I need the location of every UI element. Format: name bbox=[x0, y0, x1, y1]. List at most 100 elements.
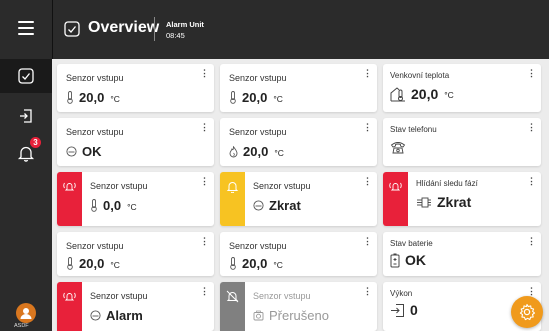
hamburger-menu-button[interactable] bbox=[18, 21, 34, 35]
more-options-button[interactable]: ⋮ bbox=[527, 177, 536, 186]
alarm-bell-icon bbox=[63, 292, 76, 301]
sensor-label: Senzor vstupu bbox=[229, 73, 287, 83]
avatar-label: ASDF bbox=[14, 323, 29, 329]
sensor-card[interactable]: Senzor vstupu ⋮ 20,0 °C bbox=[57, 232, 214, 276]
card-label: Venkovní teplota bbox=[390, 71, 450, 80]
sensor-value: Alarm bbox=[106, 308, 143, 323]
overview-icon bbox=[18, 68, 34, 84]
page-title: Overview bbox=[88, 19, 160, 36]
top-bar: Overview Alarm Unit 08:45 bbox=[0, 0, 549, 59]
phase-sequence-card-alarm[interactable]: Hlídání sledu fází ⋮ Zkrat bbox=[383, 172, 541, 226]
sensor-value: 20,0 bbox=[242, 90, 268, 105]
thermometer-icon bbox=[67, 257, 73, 270]
card-label: Hlídání sledu fází bbox=[416, 179, 478, 188]
top-divider bbox=[52, 0, 53, 59]
power-input-icon bbox=[391, 303, 404, 317]
phase-sequence-icon bbox=[417, 197, 431, 207]
sensor-label: Senzor vstupu bbox=[253, 291, 311, 301]
alarm-bell-icon bbox=[389, 182, 402, 191]
thermometer-icon bbox=[67, 91, 73, 104]
sensor-value: Přerušeno bbox=[269, 308, 329, 323]
contact-ok-icon bbox=[90, 310, 101, 321]
power-value: 0 bbox=[410, 302, 418, 318]
outdoor-temperature-unit: °C bbox=[444, 90, 454, 100]
card-label: Stav baterie bbox=[390, 239, 433, 248]
sidebar-item-notifications[interactable]: 3 bbox=[0, 136, 52, 170]
camera-icon bbox=[253, 310, 264, 321]
battery-status-value: OK bbox=[405, 252, 426, 268]
gear-icon bbox=[519, 303, 536, 321]
more-options-button[interactable]: ⋮ bbox=[527, 69, 536, 78]
sensor-value: OK bbox=[82, 144, 102, 159]
more-options-button[interactable]: ⋮ bbox=[200, 237, 209, 246]
sensor-label: Senzor vstupu bbox=[66, 73, 124, 83]
more-options-button[interactable]: ⋮ bbox=[363, 237, 372, 246]
sensor-value: 0,0 bbox=[103, 198, 122, 213]
offline-strip bbox=[220, 282, 245, 331]
sensor-unit: °C bbox=[273, 259, 283, 270]
overview-icon bbox=[64, 21, 80, 37]
more-options-button[interactable]: ⋮ bbox=[527, 287, 536, 296]
sensor-label: Senzor vstupu bbox=[90, 291, 148, 301]
sensor-card-alarm[interactable]: Senzor vstupu ⋮ Alarm bbox=[57, 282, 214, 331]
more-options-button[interactable]: ⋮ bbox=[200, 69, 209, 78]
contact-ok-icon bbox=[66, 146, 77, 157]
thermometer-icon bbox=[230, 91, 236, 104]
card-label: Výkon bbox=[390, 289, 413, 298]
sensor-label: Senzor vstupu bbox=[229, 241, 287, 251]
avatar[interactable] bbox=[16, 303, 36, 323]
more-options-button[interactable]: ⋮ bbox=[363, 287, 372, 296]
sensor-label: Senzor vstupu bbox=[66, 241, 124, 251]
alarm-strip bbox=[57, 172, 82, 226]
phone-status-card[interactable]: Stav telefonu ⋮ bbox=[383, 118, 541, 166]
sensor-card-alarm[interactable]: Senzor vstupu ⋮ 0,0 °C bbox=[57, 172, 214, 226]
battery-status-card[interactable]: Stav baterie ⋮ OK bbox=[383, 232, 541, 276]
sensor-value: Zkrat bbox=[269, 198, 301, 213]
bell-icon bbox=[226, 182, 239, 193]
sensor-unit: °C bbox=[273, 93, 283, 104]
sidebar-item-overview[interactable] bbox=[0, 59, 52, 93]
outdoor-temperature-value: 20,0 bbox=[411, 86, 439, 102]
more-options-button[interactable]: ⋮ bbox=[200, 123, 209, 132]
sensor-card-warning[interactable]: Senzor vstupu ⋮ Zkrat bbox=[220, 172, 377, 226]
card-label: Stav telefonu bbox=[390, 125, 437, 134]
thermometer-icon bbox=[91, 199, 97, 212]
more-options-button[interactable]: ⋮ bbox=[527, 123, 536, 132]
sidebar-item-logout[interactable] bbox=[0, 99, 52, 133]
bell-off-icon bbox=[226, 290, 239, 303]
settings-button[interactable] bbox=[511, 296, 543, 328]
sidebar: 3 ASDF bbox=[0, 59, 52, 331]
more-options-button[interactable]: ⋮ bbox=[363, 69, 372, 78]
title-separator bbox=[154, 17, 155, 41]
user-icon bbox=[20, 308, 32, 319]
unit-name: Alarm Unit bbox=[166, 20, 204, 29]
contact-ok-icon bbox=[253, 200, 264, 211]
unit-time: 08:45 bbox=[166, 31, 185, 40]
outdoor-temperature-card[interactable]: Venkovní teplota ⋮ 20,0 °C bbox=[383, 64, 541, 112]
sensor-unit: °C bbox=[127, 201, 137, 212]
sensor-value: 20,0 bbox=[243, 144, 269, 159]
alarm-bell-icon bbox=[63, 182, 76, 191]
more-options-button[interactable]: ⋮ bbox=[363, 123, 372, 132]
more-options-button[interactable]: ⋮ bbox=[200, 287, 209, 296]
battery-icon bbox=[390, 253, 400, 267]
more-options-button[interactable]: ⋮ bbox=[527, 237, 536, 246]
sensor-card[interactable]: Senzor vstupu ⋮ 20,0 °C bbox=[57, 64, 214, 112]
sensor-card-offline[interactable]: Senzor vstupu ⋮ Přerušeno bbox=[220, 282, 377, 331]
more-options-button[interactable]: ⋮ bbox=[363, 177, 372, 186]
sensor-value: 20,0 bbox=[242, 256, 268, 271]
sensor-label: Senzor vstupu bbox=[66, 127, 124, 137]
more-options-button[interactable]: ⋮ bbox=[200, 177, 209, 186]
phone-icon bbox=[390, 142, 406, 154]
sensor-label: Senzor vstupu bbox=[229, 127, 287, 137]
sensor-card[interactable]: Senzor vstupu ⋮ 20,0 °C bbox=[220, 64, 377, 112]
sensor-unit: °C bbox=[110, 259, 120, 270]
thermometer-icon bbox=[230, 257, 236, 270]
sensor-value: 20,0 bbox=[79, 90, 105, 105]
sensor-card[interactable]: Senzor vstupu ⋮ 20,0 °C bbox=[220, 118, 377, 166]
sensor-label: Senzor vstupu bbox=[253, 181, 311, 191]
sensor-card[interactable]: Senzor vstupu ⋮ OK bbox=[57, 118, 214, 166]
sensor-card[interactable]: Senzor vstupu ⋮ 20,0 °C bbox=[220, 232, 377, 276]
phase-sequence-value: Zkrat bbox=[437, 194, 472, 210]
sensor-unit: °C bbox=[274, 147, 284, 158]
